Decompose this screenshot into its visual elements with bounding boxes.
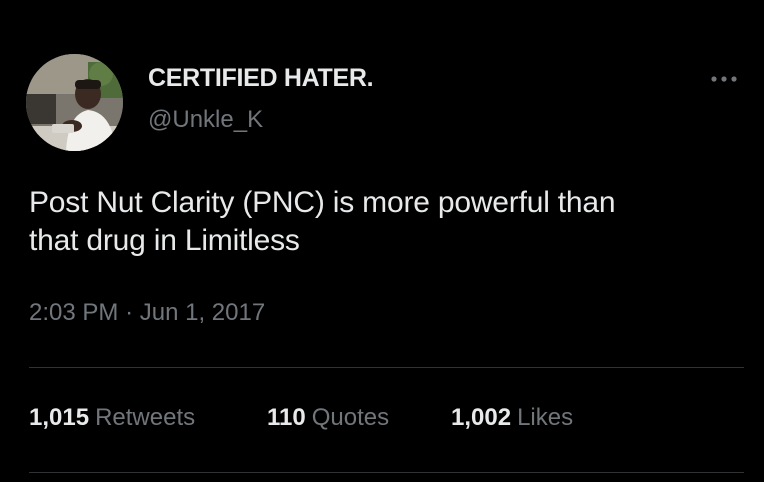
more-options-button[interactable] — [706, 66, 742, 90]
quotes-count: 110 — [267, 404, 306, 431]
tweet-date[interactable]: Jun 1, 2017 — [140, 299, 265, 326]
likes-count: 1,002 — [451, 404, 512, 431]
tweet-text: Post Nut Clarity (PNC) is more powerful … — [29, 186, 616, 257]
retweets-count: 1,015 — [29, 404, 90, 431]
divider — [29, 367, 744, 368]
retweets-label: Retweets — [95, 404, 196, 431]
avatar[interactable] — [26, 54, 123, 151]
user-handle[interactable]: @Unkle_K — [148, 106, 263, 134]
tweet-card: CERTIFIED HATER. @Unkle_K Post Nut Clari… — [0, 0, 764, 482]
retweets-stat[interactable]: 1,015 Retweets — [29, 404, 195, 432]
tweet-timestamp: 2:03 PM · Jun 1, 2017 — [29, 299, 265, 327]
avatar-photo-icon — [26, 54, 123, 151]
meta-separator: · — [125, 299, 134, 326]
likes-label: Likes — [517, 404, 574, 431]
tweet-time[interactable]: 2:03 PM — [29, 299, 118, 326]
likes-stat[interactable]: 1,002 Likes — [451, 404, 573, 432]
quotes-label: Quotes — [311, 404, 390, 431]
quotes-stat[interactable]: 110 Quotes — [267, 404, 389, 432]
more-horizontal-icon — [711, 76, 737, 82]
display-name[interactable]: CERTIFIED HATER. — [148, 64, 374, 93]
divider — [29, 472, 744, 473]
